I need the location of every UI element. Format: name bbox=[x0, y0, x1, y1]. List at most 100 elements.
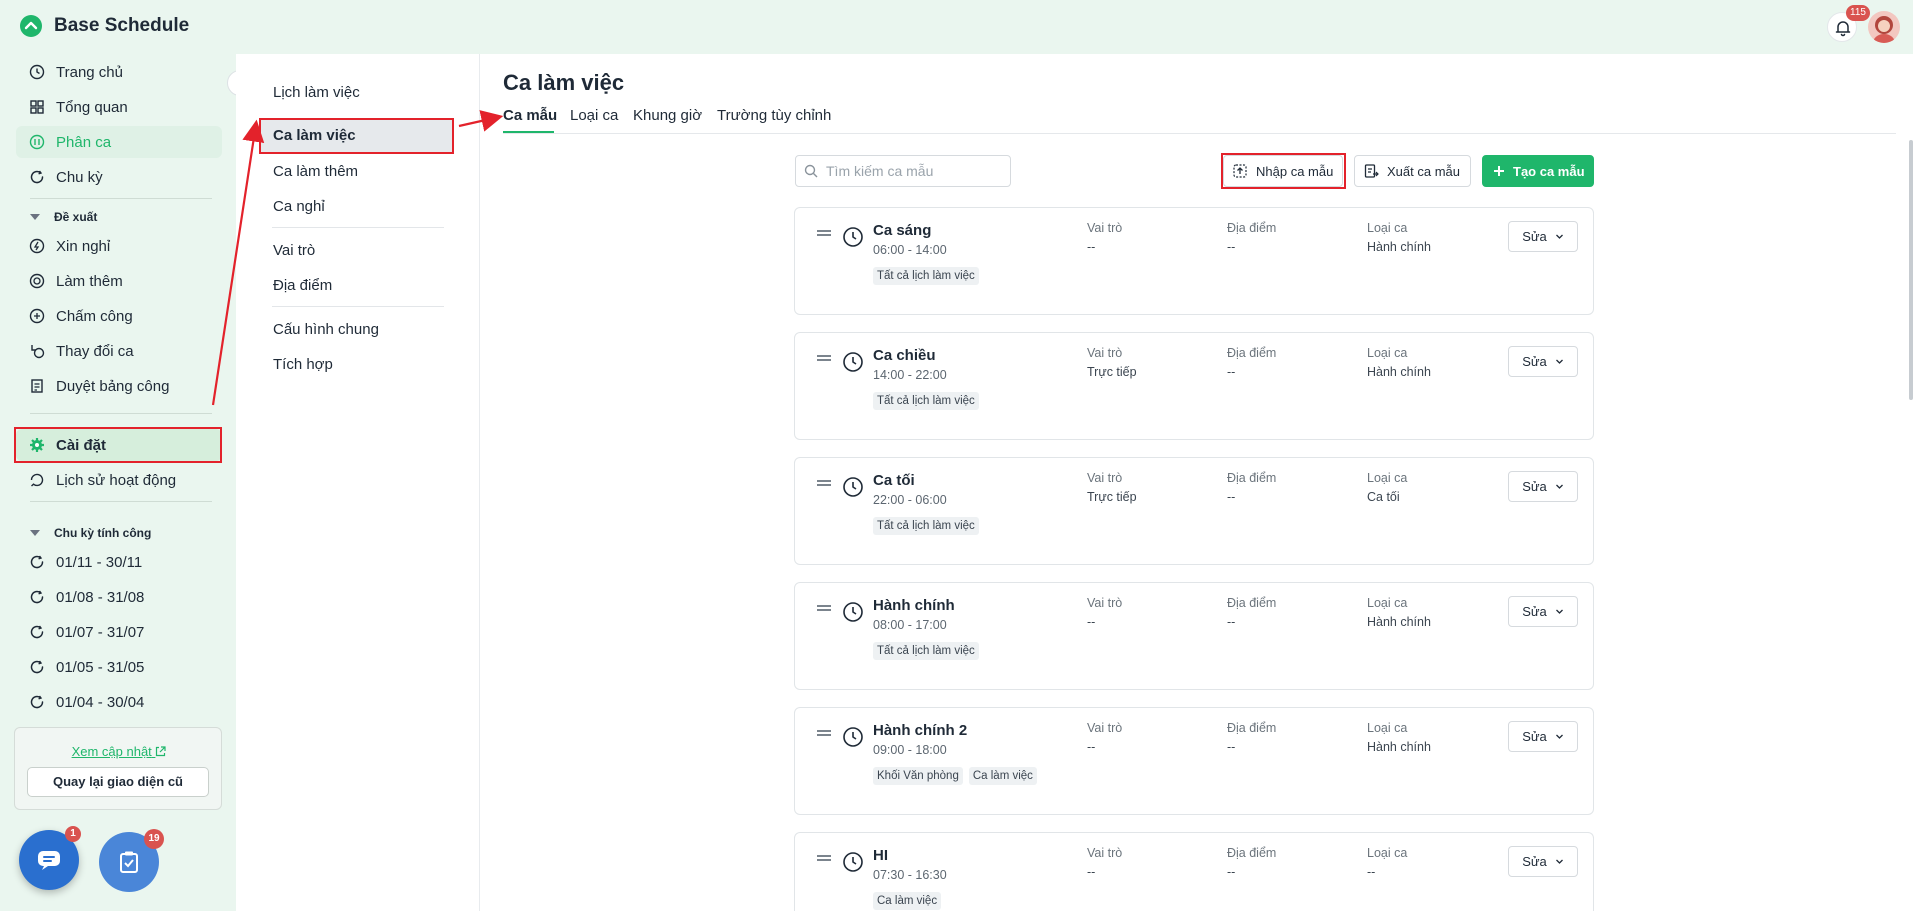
clock-icon bbox=[843, 227, 863, 247]
export-templates-button[interactable]: Xuất ca mẫu bbox=[1354, 155, 1471, 187]
search-input[interactable]: Tìm kiếm ca mẫu bbox=[795, 155, 1011, 187]
type-value: Hành chính bbox=[1367, 740, 1431, 754]
drag-handle-icon[interactable] bbox=[817, 480, 831, 486]
notification-count-badge: 115 bbox=[1846, 5, 1870, 21]
sidebar-item-overview[interactable]: Tổng quan bbox=[16, 91, 222, 123]
sidebar-item-approve-timesheet[interactable]: Duyệt bảng công bbox=[16, 370, 222, 402]
app-title[interactable]: Base Schedule bbox=[54, 15, 189, 37]
drag-handle-icon[interactable] bbox=[817, 730, 831, 736]
create-template-label: Tạo ca mẫu bbox=[1513, 163, 1585, 179]
role-value: -- bbox=[1087, 865, 1096, 879]
sidebar-item-label: 01/07 - 31/07 bbox=[56, 623, 145, 641]
top-bar: Base Schedule 115 bbox=[0, 0, 1913, 54]
sidebar-divider bbox=[30, 413, 212, 414]
edit-dropdown-button[interactable]: Sửa bbox=[1508, 846, 1578, 877]
tab-time-frames[interactable]: Khung giờ bbox=[633, 107, 702, 124]
sidebar-item-cycle-period[interactable]: 01/08 - 31/08 bbox=[16, 581, 222, 613]
external-link-icon bbox=[156, 746, 167, 757]
submenu-item-integrations[interactable]: Tích hợp bbox=[273, 356, 333, 373]
import-templates-button[interactable]: Nhập ca mẫu bbox=[1223, 155, 1343, 187]
sidebar-item-cycle-period[interactable]: 01/04 - 30/04 bbox=[16, 686, 222, 718]
edit-dropdown-button[interactable]: Sửa bbox=[1508, 721, 1578, 752]
app-logo-icon[interactable] bbox=[20, 15, 42, 37]
cycle-icon bbox=[26, 166, 48, 188]
shift-name: Hành chính bbox=[873, 597, 955, 614]
drag-handle-icon[interactable] bbox=[817, 355, 831, 361]
sidebar-item-change-shift[interactable]: Thay đổi ca bbox=[16, 335, 222, 367]
drag-handle-icon[interactable] bbox=[817, 230, 831, 236]
sidebar-divider bbox=[30, 198, 212, 199]
type-value: Ca tối bbox=[1367, 490, 1400, 504]
sidebar-item-cycle-period[interactable]: 01/07 - 31/07 bbox=[16, 616, 222, 648]
location-label: Địa điểm bbox=[1227, 721, 1277, 735]
tab-shift-templates[interactable]: Ca mẫu bbox=[503, 107, 557, 124]
submenu-item-off-shift[interactable]: Ca nghỉ bbox=[273, 198, 325, 215]
clock-icon bbox=[843, 602, 863, 622]
edit-dropdown-button[interactable]: Sửa bbox=[1508, 596, 1578, 627]
type-value: Hành chính bbox=[1367, 615, 1431, 629]
shift-card: Ca sáng 06:00 - 14:00 Tất cả lịch làm vi… bbox=[794, 207, 1594, 315]
tab-shift-types[interactable]: Loại ca bbox=[570, 107, 618, 124]
type-label: Loại ca bbox=[1367, 846, 1408, 860]
cycle-icon bbox=[26, 656, 48, 678]
shift-icon bbox=[26, 131, 48, 153]
view-updates-link[interactable]: Xem cập nhật bbox=[15, 744, 223, 759]
shift-name: HI bbox=[873, 847, 888, 864]
sidebar-group-proposals[interactable]: Đề xuất bbox=[30, 210, 97, 224]
shift-time: 09:00 - 18:00 bbox=[873, 743, 947, 757]
location-value: -- bbox=[1227, 240, 1236, 254]
chevron-down-icon bbox=[1555, 734, 1563, 739]
submenu-item-general-config[interactable]: Cấu hình chung bbox=[273, 321, 379, 338]
sidebar-group-pay-cycles[interactable]: Chu kỳ tính công bbox=[30, 526, 151, 540]
sidebar-item-home[interactable]: Trang chủ bbox=[16, 56, 222, 88]
page-scrollbar[interactable] bbox=[1909, 140, 1913, 400]
overtime-icon bbox=[26, 270, 48, 292]
view-updates-label: Xem cập nhật bbox=[71, 744, 152, 759]
shift-tag: Tất cả lịch làm việc bbox=[873, 267, 979, 285]
plus-icon bbox=[1493, 165, 1505, 177]
submenu-item-work-shift[interactable]: Ca làm việc bbox=[261, 119, 453, 152]
chevron-down-icon bbox=[1555, 609, 1563, 614]
submenu-item-roles[interactable]: Vai trò bbox=[273, 242, 315, 259]
shift-card: HI 07:30 - 16:30 Ca làm việc Vai trò -- … bbox=[794, 832, 1594, 911]
user-avatar[interactable] bbox=[1868, 11, 1900, 43]
sidebar-item-settings[interactable]: Cài đặt bbox=[16, 429, 222, 461]
sidebar-item-timekeeping[interactable]: Chấm công bbox=[16, 300, 222, 332]
location-value: -- bbox=[1227, 865, 1236, 879]
role-value: -- bbox=[1087, 240, 1096, 254]
sidebar-item-cycle-period[interactable]: 01/05 - 31/05 bbox=[16, 651, 222, 683]
edit-label: Sửa bbox=[1522, 479, 1547, 494]
sidebar-item-label: 01/05 - 31/05 bbox=[56, 658, 145, 676]
cycle-icon bbox=[26, 621, 48, 643]
submenu-item-overtime-shift[interactable]: Ca làm thêm bbox=[273, 163, 358, 180]
drag-handle-icon[interactable] bbox=[817, 605, 831, 611]
settings-submenu bbox=[236, 54, 480, 911]
role-value: -- bbox=[1087, 615, 1096, 629]
chat-badge: 1 bbox=[65, 826, 81, 842]
sidebar-item-cycle[interactable]: Chu kỳ bbox=[16, 161, 222, 193]
drag-handle-icon[interactable] bbox=[817, 855, 831, 861]
sidebar-item-cycle-period[interactable]: 01/11 - 30/11 bbox=[16, 546, 222, 578]
location-value: -- bbox=[1227, 490, 1236, 504]
sidebar-item-shift-assignment[interactable]: Phân ca bbox=[16, 126, 222, 158]
back-to-old-ui-button[interactable]: Quay lại giao diện cũ bbox=[27, 767, 209, 797]
submenu-item-work-schedule[interactable]: Lịch làm việc bbox=[273, 84, 360, 101]
type-label: Loại ca bbox=[1367, 596, 1408, 610]
sidebar-item-label: Tổng quan bbox=[56, 98, 128, 116]
edit-dropdown-button[interactable]: Sửa bbox=[1508, 221, 1578, 252]
clock-icon bbox=[843, 852, 863, 872]
sidebar-item-leave[interactable]: Xin nghỉ bbox=[16, 230, 222, 262]
create-template-button[interactable]: Tạo ca mẫu bbox=[1482, 155, 1594, 187]
shift-time: 06:00 - 14:00 bbox=[873, 243, 947, 257]
tab-custom-fields[interactable]: Trường tùy chỉnh bbox=[717, 107, 831, 124]
caret-down-icon bbox=[30, 214, 40, 220]
shift-time: 14:00 - 22:00 bbox=[873, 368, 947, 382]
sidebar-item-overtime[interactable]: Làm thêm bbox=[16, 265, 222, 297]
location-value: -- bbox=[1227, 365, 1236, 379]
edit-dropdown-button[interactable]: Sửa bbox=[1508, 471, 1578, 502]
location-value: -- bbox=[1227, 615, 1236, 629]
submenu-item-locations[interactable]: Địa điểm bbox=[273, 277, 332, 294]
sidebar-item-label: Chu kỳ bbox=[56, 168, 103, 186]
edit-dropdown-button[interactable]: Sửa bbox=[1508, 346, 1578, 377]
sidebar-item-activity-history[interactable]: Lịch sử hoạt động bbox=[16, 464, 222, 496]
